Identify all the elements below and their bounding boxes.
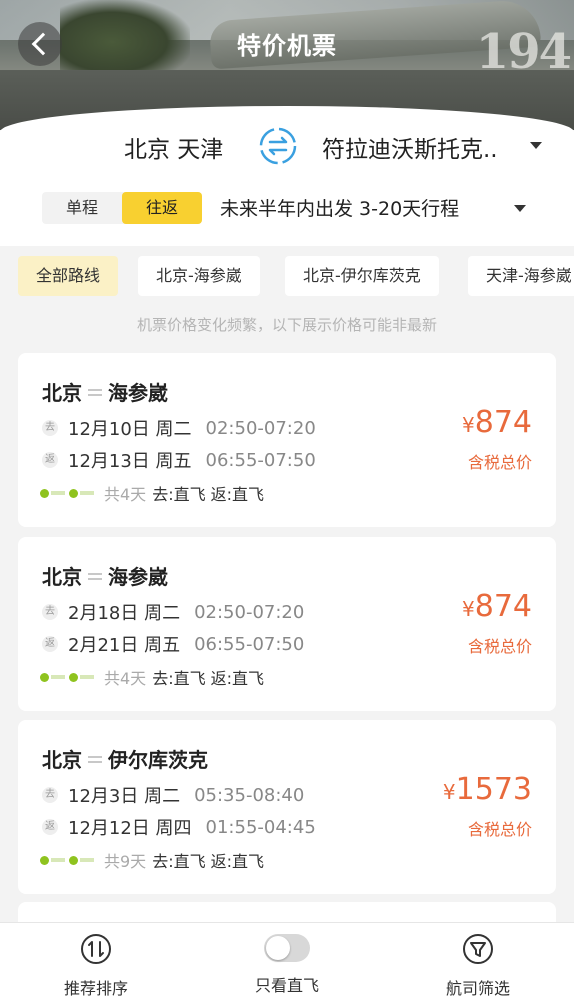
- airline-logo-icon: [40, 855, 98, 865]
- page-title: 特价机票: [237, 32, 337, 60]
- airline-logo-icon: [40, 488, 98, 498]
- price-note: 含税总价: [467, 453, 532, 472]
- stop-info: 去:直飞 返:直飞: [152, 669, 265, 688]
- outbound-leg: 去 2月18日 周二 02:50-07:20: [42, 599, 304, 625]
- one-way-tab[interactable]: 单程: [42, 192, 122, 224]
- return-tag: 返: [42, 452, 58, 468]
- return-leg: 返 12月13日 周五 06:55-07:50: [42, 447, 316, 473]
- route-title: 北京 海参崴: [42, 377, 168, 406]
- round-trip-arrows-icon: [88, 568, 102, 584]
- city-row: 北京 天津 符拉迪沃斯托克..: [0, 126, 574, 166]
- trip-days: 共4天: [104, 485, 147, 504]
- chip-beijing-irkutsk[interactable]: 北京-伊尔库茨克: [285, 256, 439, 296]
- currency-symbol: ¥: [462, 597, 475, 621]
- sort-button[interactable]: 推荐排序: [26, 933, 166, 999]
- route-from: 北京: [42, 565, 82, 589]
- caret-down-icon[interactable]: [514, 205, 526, 212]
- sort-label: 推荐排序: [63, 979, 128, 998]
- caret-down-icon[interactable]: [530, 142, 542, 149]
- price-value: 1573: [455, 772, 532, 807]
- direct-only-toggle[interactable]: 只看直飞: [217, 933, 357, 996]
- round-trip-tab[interactable]: 往返: [122, 192, 202, 224]
- bottom-bar: 推荐排序 只看直飞 航司筛选: [0, 922, 574, 1000]
- flight-card[interactable]: 北京 伊尔库茨克 去 12月3日 周二 05:35-08:40 返 12月12日…: [18, 720, 556, 894]
- stop-info: 去:直飞 返:直飞: [152, 852, 265, 871]
- return-leg: 返 12月12日 周四 01:55-04:45: [42, 814, 316, 840]
- outbound-leg: 去 12月10日 周二 02:50-07:20: [42, 415, 316, 441]
- stop-info: 去:直飞 返:直飞: [152, 485, 265, 504]
- outbound-time: 02:50-07:20: [194, 601, 305, 623]
- route-title: 北京 伊尔库茨克: [42, 744, 208, 773]
- to-city-selector[interactable]: 符拉迪沃斯托克..: [322, 130, 498, 164]
- price-value: 874: [474, 405, 532, 440]
- flight-card[interactable]: 北京 海参崴 去 2月18日 周二 02:50-07:20 返 2月21日 周五…: [18, 537, 556, 711]
- filter-icon: [463, 934, 493, 964]
- sort-icon: [81, 934, 111, 964]
- return-leg: 返 2月21日 周五 06:55-07:50: [42, 631, 304, 657]
- chip-beijing-vladivostok[interactable]: 北京-海参崴: [138, 256, 260, 296]
- trip-type-toggle[interactable]: 单程 往返: [42, 192, 202, 224]
- route-to: 伊尔库茨克: [108, 748, 208, 772]
- price: ¥874: [462, 589, 532, 624]
- price: ¥874: [462, 405, 532, 440]
- round-trip-arrows-icon: [88, 384, 102, 400]
- currency-symbol: ¥: [462, 413, 475, 437]
- trip-days: 共9天: [104, 852, 147, 871]
- toggle-switch-icon[interactable]: [264, 934, 310, 962]
- airline-filter-label: 航司筛选: [445, 979, 510, 998]
- outbound-date: 12月3日 周二: [68, 786, 181, 807]
- return-date: 12月12日 周四: [68, 818, 192, 839]
- flight-card[interactable]: 北京 海参崴 去 12月10日 周二 02:50-07:20 返 12月13日 …: [18, 353, 556, 527]
- outbound-time: 02:50-07:20: [205, 417, 316, 439]
- return-date: 12月13日 周五: [68, 451, 192, 472]
- round-trip-arrows-icon: [88, 751, 102, 767]
- route-from: 北京: [42, 748, 82, 772]
- route-from: 北京: [42, 381, 82, 405]
- return-date: 2月21日 周五: [68, 635, 181, 656]
- outbound-time: 05:35-08:40: [194, 784, 305, 806]
- route-to: 海参崴: [108, 381, 168, 405]
- outbound-date: 2月18日 周二: [68, 603, 181, 624]
- chip-all-routes[interactable]: 全部路线: [18, 256, 119, 296]
- route-to: 海参崴: [108, 565, 168, 589]
- price: ¥1573: [443, 772, 532, 807]
- trip-days: 共4天: [104, 669, 147, 688]
- outbound-tag: 去: [42, 787, 58, 803]
- currency-symbol: ¥: [442, 780, 456, 804]
- outbound-tag: 去: [42, 420, 58, 436]
- airline-logo-icon: [40, 672, 98, 682]
- return-tag: 返: [42, 819, 58, 835]
- price-value: 874: [474, 589, 532, 624]
- price-note: 含税总价: [467, 637, 532, 656]
- route-filter-chips: 全部路线 北京-海参崴 北京-伊尔库茨克 天津-海参崴: [18, 256, 574, 296]
- swap-cities-icon[interactable]: [258, 126, 298, 166]
- return-time: 06:55-07:50: [194, 633, 305, 655]
- date-range-selector[interactable]: 未来半年内出发 3-20天行程: [220, 194, 459, 221]
- outbound-tag: 去: [42, 604, 58, 620]
- return-time: 06:55-07:50: [205, 449, 316, 471]
- chip-tianjin-vladivostok[interactable]: 天津-海参崴: [468, 256, 574, 296]
- trip-meta: 共9天 去:直飞 返:直飞: [40, 848, 264, 872]
- price-note: 含税总价: [467, 820, 532, 839]
- trip-meta: 共4天 去:直飞 返:直飞: [40, 665, 264, 689]
- outbound-date: 12月10日 周二: [68, 419, 192, 440]
- from-city-selector[interactable]: 北京 天津: [124, 130, 223, 164]
- direct-only-label: 只看直飞: [254, 976, 319, 995]
- price-notice: 机票价格变化频繁，以下展示价格可能非最新: [136, 316, 437, 334]
- outbound-leg: 去 12月3日 周二 05:35-08:40: [42, 782, 304, 808]
- airline-filter-button[interactable]: 航司筛选: [408, 933, 548, 999]
- route-title: 北京 海参崴: [42, 561, 168, 590]
- return-tag: 返: [42, 636, 58, 652]
- trip-meta: 共4天 去:直飞 返:直飞: [40, 481, 264, 505]
- return-time: 01:55-04:45: [205, 816, 316, 838]
